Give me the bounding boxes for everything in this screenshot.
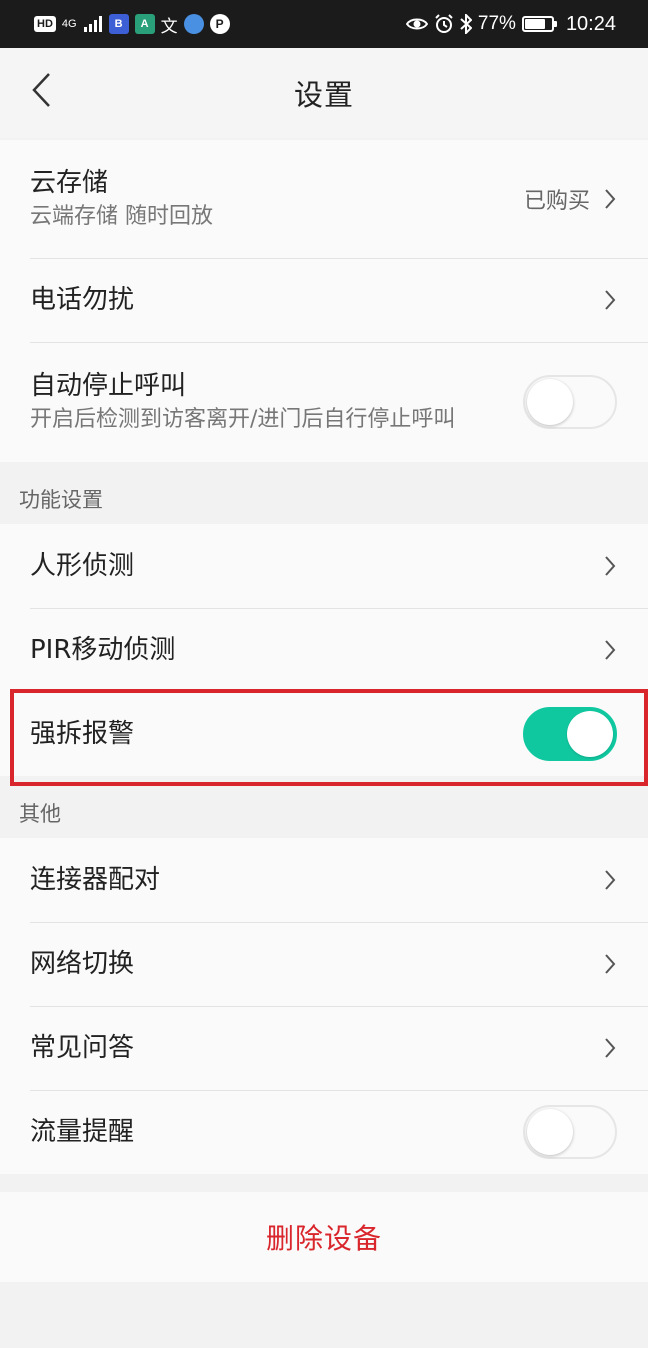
row-pir-detection[interactable]: PIR移动侦测 bbox=[0, 608, 648, 692]
traffic-reminder-toggle[interactable] bbox=[523, 1105, 617, 1159]
battery-level bbox=[524, 19, 545, 29]
signal-text: 4G bbox=[61, 18, 77, 30]
settings-group-features: 人形侦测 PIR移动侦测 强拆报警 bbox=[0, 524, 648, 776]
row-cloud-storage[interactable]: 云存储 云端存储 随时回放 已购买 bbox=[0, 140, 648, 258]
row-do-not-disturb[interactable]: 电话勿扰 bbox=[0, 258, 648, 342]
nav-bar: 设置 bbox=[0, 48, 648, 138]
auto-stop-call-toggle[interactable] bbox=[523, 375, 617, 429]
row-connector-pairing[interactable]: 连接器配对 bbox=[0, 838, 648, 922]
browser-app-icon bbox=[183, 14, 204, 34]
tamper-alarm-toggle[interactable] bbox=[523, 707, 617, 761]
chevron-right-icon bbox=[604, 869, 618, 891]
toggle-knob bbox=[527, 1109, 573, 1155]
news-app-icon: A bbox=[134, 14, 155, 34]
settings-group-other: 连接器配对 网络切换 常见问答 流量提醒 bbox=[0, 838, 648, 1174]
section-label-other: 其他 bbox=[19, 802, 61, 826]
signal-bars-icon bbox=[83, 16, 102, 32]
chevron-right-icon bbox=[604, 555, 618, 577]
translate-app-icon: 文 bbox=[160, 16, 178, 36]
cloud-storage-subtitle: 云端存储 随时回放 bbox=[30, 204, 213, 229]
back-button[interactable] bbox=[26, 70, 56, 110]
connector-pairing-title: 连接器配对 bbox=[30, 865, 161, 895]
cloud-storage-title: 云存储 bbox=[30, 168, 109, 198]
toggle-knob bbox=[527, 379, 573, 425]
chevron-left-icon bbox=[32, 73, 50, 107]
faq-title: 常见问答 bbox=[30, 1033, 135, 1063]
app-notification-icon: B bbox=[108, 14, 129, 34]
status-left: HD 4G B A 文 P bbox=[34, 12, 230, 37]
chevron-right-icon bbox=[604, 953, 618, 975]
row-human-detection[interactable]: 人形侦测 bbox=[0, 524, 648, 608]
settings-group-general: 云存储 云端存储 随时回放 已购买 电话勿扰 自动停止呼叫 开启后检测到访客离开… bbox=[0, 140, 648, 462]
do-not-disturb-title: 电话勿扰 bbox=[30, 285, 135, 315]
battery-percent: 77% bbox=[477, 13, 516, 34]
toggle-knob bbox=[567, 711, 613, 757]
cloud-storage-status: 已购买 bbox=[523, 189, 590, 214]
row-tamper-alarm: 强拆报警 bbox=[0, 692, 648, 776]
eye-icon bbox=[405, 18, 428, 30]
p-app-icon: P bbox=[209, 14, 230, 34]
auto-stop-call-title: 自动停止呼叫 bbox=[30, 371, 187, 401]
chevron-right-icon bbox=[604, 1037, 618, 1059]
chevron-right-icon bbox=[604, 289, 618, 311]
pir-detection-title: PIR移动侦测 bbox=[30, 635, 176, 665]
status-bar: HD 4G B A 文 P 77% 10:24 bbox=[0, 0, 648, 48]
page-title: 设置 bbox=[293, 78, 354, 112]
hd-badge: HD bbox=[34, 16, 56, 32]
section-label-features: 功能设置 bbox=[19, 488, 103, 512]
human-detection-title: 人形侦测 bbox=[30, 551, 135, 581]
row-auto-stop-call: 自动停止呼叫 开启后检测到访客离开/进门后自行停止呼叫 bbox=[0, 342, 648, 462]
row-faq[interactable]: 常见问答 bbox=[0, 1006, 648, 1090]
bluetooth-icon bbox=[460, 14, 472, 34]
network-switch-title: 网络切换 bbox=[30, 949, 135, 979]
row-traffic-reminder: 流量提醒 bbox=[0, 1090, 648, 1174]
chevron-right-icon bbox=[604, 188, 618, 210]
status-time: 10:24 bbox=[565, 12, 616, 35]
status-right: 77% 10:24 bbox=[405, 12, 616, 36]
battery-icon bbox=[521, 16, 557, 32]
auto-stop-call-subtitle: 开启后检测到访客离开/进门后自行停止呼叫 bbox=[30, 407, 456, 432]
delete-device-button[interactable]: 删除设备 bbox=[0, 1192, 648, 1282]
delete-device-label: 删除设备 bbox=[265, 1222, 382, 1255]
alarm-icon bbox=[435, 14, 453, 33]
chevron-right-icon bbox=[604, 639, 618, 661]
row-network-switch[interactable]: 网络切换 bbox=[0, 922, 648, 1006]
